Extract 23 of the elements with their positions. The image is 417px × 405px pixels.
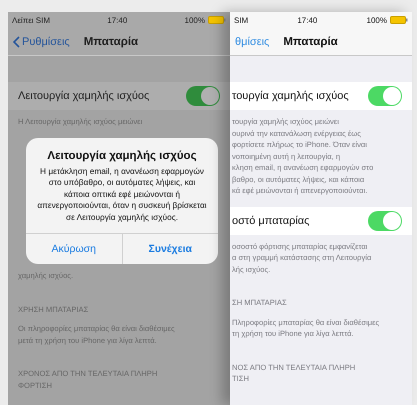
battery-percent: 100% [366, 16, 387, 24]
screen-title: Μπαταρία [84, 36, 138, 48]
screen-title: Μπαταρία [283, 36, 338, 48]
toggle-switch[interactable] [186, 86, 220, 106]
carrier-label: Λείπει SIM [12, 16, 50, 24]
clock-time: 17:40 [297, 16, 318, 24]
battery-icon [390, 16, 408, 24]
battery-icon [208, 16, 226, 24]
alert-button[interactable]: Συνέχεια [122, 234, 218, 264]
alert-title: Λειτουργία χαμηλής ισχύος [46, 150, 198, 162]
alert-message: Η μετάκληση email, η ανανέωση εφαρμογών στο υπόβαθρο, οι αυτόματες λήψεις, και κάποια οπτικά εφέ μειώνονται ή απενεργοποιούνται, όταν η συσκευή βρίσκεται σε Λειτουργία χαμηλής ισχύος. [36, 166, 208, 224]
carrier-label: SIM [234, 16, 248, 24]
toggle-switch[interactable] [368, 210, 402, 230]
battery-percent: 100% [184, 16, 205, 24]
setting-label: οστό μπαταρίας [232, 214, 310, 226]
setting-label: Λειτουργία χαμηλής ισχύος [18, 90, 150, 102]
back-link[interactable]: Ρυθμίσεις [13, 36, 70, 48]
clock-time: 17:40 [107, 16, 128, 24]
toggle-switch[interactable] [368, 86, 402, 106]
chevron-left-icon [13, 36, 20, 48]
back-link[interactable]: θμίσεις [235, 36, 270, 48]
alert-button[interactable]: Ακύρωση [26, 234, 122, 264]
setting-label: τουργία χαμηλής ισχύος [232, 90, 349, 102]
